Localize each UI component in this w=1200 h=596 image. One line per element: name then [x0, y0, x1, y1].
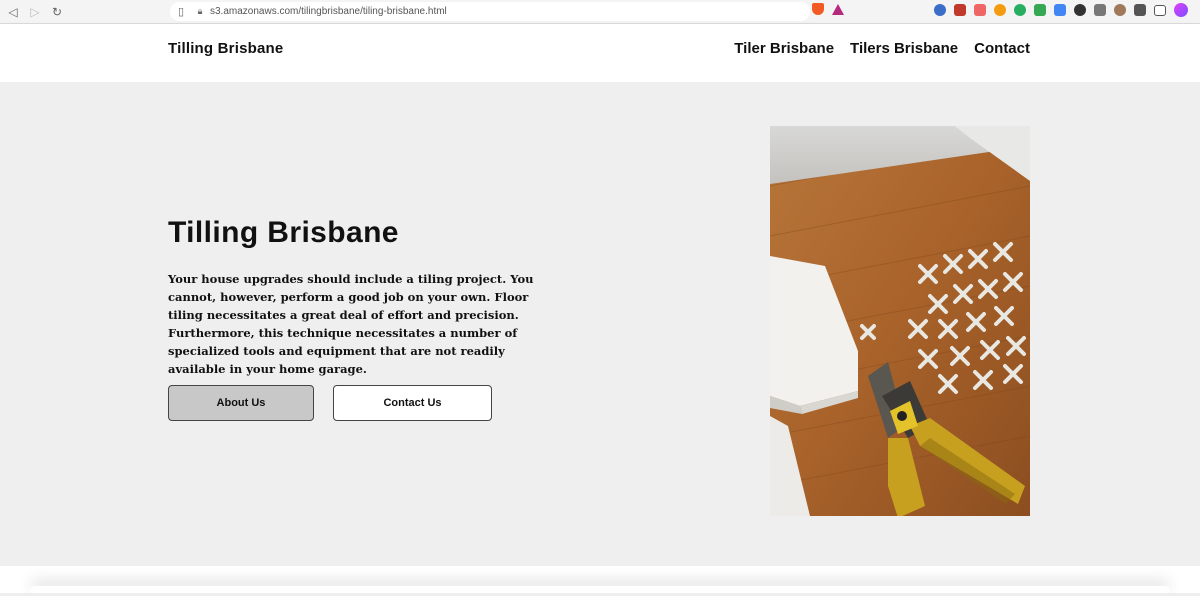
contact-us-button[interactable]: Contact Us	[333, 385, 492, 421]
extension-icon[interactable]	[1014, 4, 1026, 16]
extension-icon[interactable]	[1094, 4, 1106, 16]
lock-icon: 🔒︎	[197, 6, 203, 16]
avatar[interactable]	[1174, 3, 1188, 17]
site-header: Tilling Brisbane Tiler Brisbane Tilers B…	[0, 24, 1200, 82]
extension-icon[interactable]	[1054, 4, 1066, 16]
site-logo[interactable]: Tilling Brisbane	[168, 40, 283, 57]
nav-link-tilers-brisbane[interactable]: Tilers Brisbane	[850, 40, 958, 57]
extension-icon[interactable]	[934, 4, 946, 16]
hero-description: Your house upgrades should include a til…	[168, 272, 534, 376]
extension-icon[interactable]	[1114, 4, 1126, 16]
url-text[interactable]: s3.amazonaws.com/tilingbrisbane/tiling-b…	[210, 6, 447, 17]
wallet-icon[interactable]	[1154, 4, 1166, 16]
bookmark-icon[interactable]: ▯	[174, 5, 188, 18]
reload-icon[interactable]: ↻	[48, 3, 66, 21]
main-nav: Tiler Brisbane Tilers Brisbane Contact	[734, 40, 1030, 57]
card-shadow	[30, 586, 1170, 596]
extension-icon[interactable]	[1034, 4, 1046, 16]
brave-rewards-icon[interactable]	[832, 3, 844, 15]
extension-icon[interactable]	[994, 4, 1006, 16]
puzzle-icon[interactable]	[1134, 4, 1146, 16]
back-icon[interactable]: ◁	[4, 3, 22, 21]
extension-icon[interactable]	[974, 4, 986, 16]
brave-shield-icon[interactable]	[812, 3, 824, 15]
hero-title: Tilling Brisbane	[168, 216, 399, 249]
address-bar[interactable]: ▯ 🔒︎ s3.amazonaws.com/tilingbrisbane/til…	[170, 2, 810, 21]
tiling-tools-photo	[770, 126, 1030, 516]
browser-toolbar: ◁ ▷ ↻ ▯ 🔒︎ s3.amazonaws.com/tilingbrisba…	[0, 0, 1200, 24]
extension-icon[interactable]	[954, 4, 966, 16]
extension-icon[interactable]	[1074, 4, 1086, 16]
nav-link-contact[interactable]: Contact	[974, 40, 1030, 57]
about-us-button[interactable]: About Us	[168, 385, 314, 421]
forward-icon[interactable]: ▷	[26, 3, 44, 21]
hero-section: Tilling Brisbane Your house upgrades sho…	[0, 82, 1200, 566]
nav-link-tiler-brisbane[interactable]: Tiler Brisbane	[734, 40, 834, 57]
